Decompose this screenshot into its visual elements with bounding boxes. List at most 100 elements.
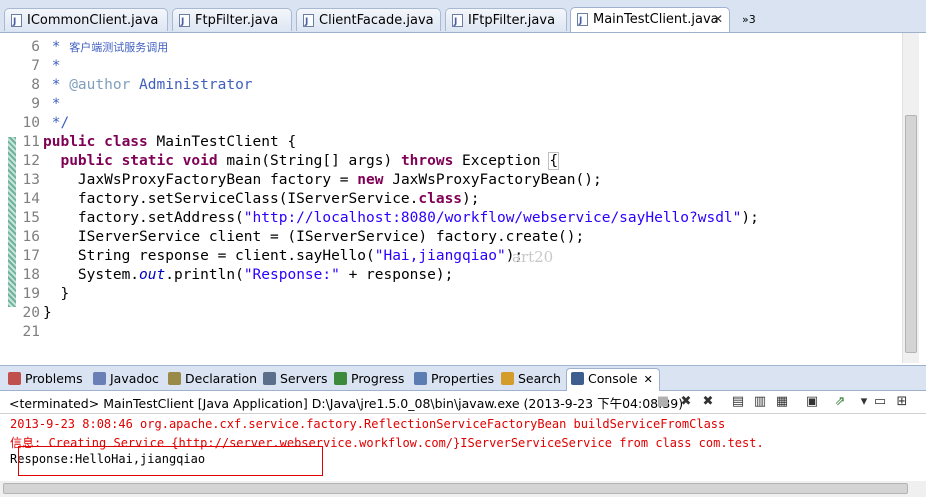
scrollbar-thumb[interactable] (3, 483, 908, 494)
code-text: main(String[] args) (217, 153, 401, 169)
line-number: 16 (22, 229, 40, 245)
comment: * (43, 96, 61, 112)
string-literal: "http://localhost:8080/workflow/webservi… (243, 210, 742, 226)
code-text: + response); (339, 267, 454, 283)
tab-properties[interactable]: Properties (414, 369, 494, 389)
java-file-icon (179, 11, 190, 34)
close-icon[interactable]: ✕ (713, 8, 723, 31)
comment: Administrator (130, 77, 253, 93)
line-number: 17 (22, 248, 40, 264)
code-text: } (43, 305, 52, 321)
open-console-icon[interactable]: ⊞ (894, 394, 910, 410)
console-info-bar: <terminated> MainTestClient [Java Applic… (0, 391, 926, 414)
scroll-lock-icon[interactable]: ▥ (752, 394, 768, 410)
tab-label: ICommonClient.java (27, 13, 159, 28)
terminate-icon[interactable]: ■ (655, 394, 671, 410)
line-number: 11 (22, 134, 40, 150)
line-number: 7 (31, 58, 40, 74)
progress-icon (334, 372, 347, 385)
tab-console[interactable]: Console ✕ (566, 368, 660, 392)
java-file-icon (11, 11, 22, 34)
scrollbar-thumb[interactable] (905, 115, 917, 353)
console-horizontal-scrollbar[interactable] (0, 481, 926, 497)
javadoc-icon (93, 372, 106, 385)
declaration-icon (168, 372, 181, 385)
display-console-dropdown-icon[interactable]: ▾ (856, 394, 872, 410)
tab-label: IFtpFilter.java (468, 13, 556, 28)
code-text: ); (741, 210, 759, 226)
tab-label: Search (518, 371, 561, 386)
remove-launch-icon[interactable]: ✖ (678, 394, 694, 410)
remove-all-icon[interactable]: ✖ (700, 394, 716, 410)
line-number: 20 (22, 305, 40, 321)
code-text: IServerService client = (IServerService)… (43, 229, 585, 245)
code-text: factory.setAddress( (43, 210, 244, 226)
line-number: 18 (22, 267, 40, 283)
code-text: ); (462, 191, 480, 207)
keyword: class (418, 191, 463, 207)
code-text: MainTestClient { (147, 134, 297, 150)
java-file-icon (452, 11, 463, 34)
java-file-icon (303, 11, 314, 34)
code-text: factory.setServiceClass(IServerService. (43, 191, 419, 207)
tab-label: Declaration (185, 371, 258, 386)
tab-label: Properties (431, 371, 495, 386)
editor-vertical-scrollbar[interactable] (902, 33, 920, 363)
tab-declaration[interactable]: Declaration (168, 369, 257, 389)
code-text: System. (43, 267, 140, 283)
line-number: 6 (31, 39, 40, 55)
tab-ftpfilter[interactable]: FtpFilter.java (172, 8, 292, 34)
keyword: throws (400, 153, 454, 169)
static-field: out (139, 267, 166, 283)
tab-servers[interactable]: Servers (263, 369, 328, 389)
keyword: public class (43, 134, 148, 150)
pin-icon[interactable]: ▣ (804, 394, 820, 410)
watermark: art20 (512, 248, 554, 266)
line-number: 8 (31, 77, 40, 93)
tab-label: Javadoc (110, 371, 159, 386)
view-tab-bar: Problems Javadoc Declaration Servers Pro… (0, 365, 926, 392)
code-text: } (43, 286, 70, 302)
tab-icommonclient[interactable]: ICommonClient.java (4, 8, 168, 34)
code-text: JaxWsProxyFactoryBean factory = (43, 172, 358, 188)
word-wrap-icon[interactable]: ▦ (774, 394, 790, 410)
javadoc-tag: @author (69, 77, 131, 93)
comment: * (43, 39, 70, 55)
tab-clientfacade[interactable]: ClientFacade.java (296, 8, 441, 34)
line-number: 10 (22, 115, 40, 131)
code-text: .println( (165, 267, 244, 283)
display-selected-console-icon[interactable]: ▭ (872, 394, 888, 410)
change-marker (8, 137, 16, 307)
line-number: 15 (22, 210, 40, 226)
string-literal: "Response:" (243, 267, 340, 283)
tab-overflow-indicator[interactable]: »3 (742, 13, 756, 26)
matching-brace: { (548, 152, 560, 170)
tab-javadoc[interactable]: Javadoc (93, 369, 159, 389)
close-icon[interactable]: ✕ (644, 373, 653, 386)
display-console-icon[interactable]: ⇗ (832, 394, 848, 410)
code-editor[interactable]: 6 * 客户端测试服务调用 7 * 8 * @author Administra… (0, 33, 926, 363)
highlight-box (18, 446, 323, 476)
code-text: Exception (453, 153, 550, 169)
tab-label: Console (588, 371, 638, 386)
tab-label: Servers (280, 371, 328, 386)
tab-progress[interactable]: Progress (334, 369, 404, 389)
editor-tab-bar: ICommonClient.java FtpFilter.java Client… (0, 0, 926, 34)
search-icon (501, 372, 514, 385)
comment: */ (43, 115, 70, 131)
line-number: 19 (22, 286, 40, 302)
tab-problems[interactable]: Problems (8, 369, 83, 389)
comment: * (43, 77, 70, 93)
properties-icon (414, 372, 427, 385)
console-launch-info: <terminated> MainTestClient [Java Applic… (9, 396, 684, 411)
comment-text: 客户端测试服务调用 (69, 41, 169, 54)
tab-label: Problems (25, 371, 83, 386)
servers-icon (263, 372, 276, 385)
line-number: 21 (22, 324, 40, 340)
copy-icon[interactable]: ▤ (730, 394, 746, 410)
tab-search[interactable]: Search (501, 369, 561, 389)
tab-iftpfilter[interactable]: IFtpFilter.java (445, 8, 567, 34)
tab-maintestclient[interactable]: MainTestClient.java ✕ (570, 7, 730, 33)
line-number: 14 (22, 191, 40, 207)
